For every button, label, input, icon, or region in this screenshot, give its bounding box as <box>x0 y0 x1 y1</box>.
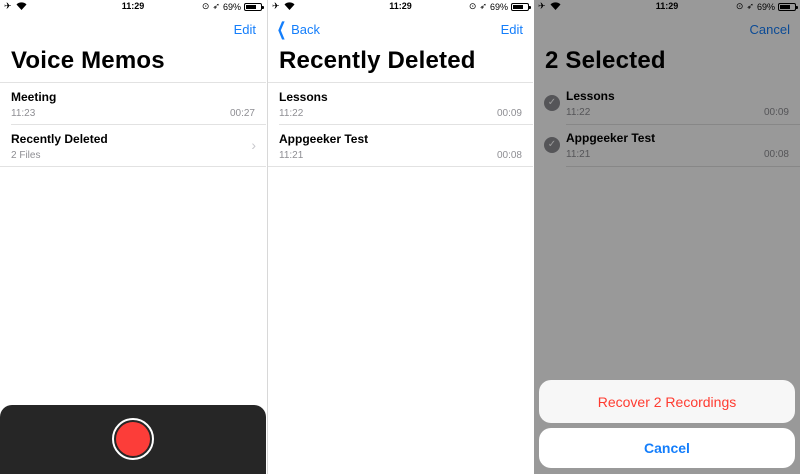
status-bar: ✈ 11:29 ⊙ ➶ 69% <box>0 0 266 14</box>
list-item[interactable]: Meeting 11:23 00:27 <box>11 83 266 125</box>
item-title: Recently Deleted <box>11 132 108 146</box>
chevron-left-icon: ❮ <box>276 19 287 39</box>
recently-deleted-screen: ✈ 11:29 ⊙ ➶ 69% ❮ Back Edit Recently Del… <box>267 0 533 474</box>
record-panel <box>0 405 266 474</box>
orientation-lock-icon: ⊙ <box>201 1 210 11</box>
record-button[interactable] <box>112 418 154 460</box>
battery-icon <box>511 2 531 11</box>
item-duration: 00:09 <box>496 108 522 119</box>
voice-memos-screen: ✈ 11:29 ⊙ ➶ 69% Edit Voice Memos Meeting… <box>0 0 266 474</box>
edit-button[interactable]: Edit <box>501 22 523 37</box>
status-bar: ✈ 11:29 ⊙ ➶ 69% <box>268 0 533 14</box>
item-title: Appgeeker Test <box>279 132 369 146</box>
page-title: Recently Deleted <box>279 47 476 74</box>
item-count: 2 Files <box>11 150 41 161</box>
recover-recordings-button[interactable]: Recover 2 Recordings <box>539 380 795 423</box>
back-button[interactable]: ❮ Back <box>274 19 320 39</box>
list-item[interactable]: Appgeeker Test 11:21 00:08 <box>268 125 533 167</box>
list-item[interactable]: Lessons 11:22 00:09 <box>279 83 533 125</box>
back-label: Back <box>291 22 320 37</box>
deleted-list: Lessons 11:22 00:09 Appgeeker Test 11:21… <box>268 82 533 167</box>
chevron-right-icon: › <box>251 137 256 153</box>
cancel-button[interactable]: Cancel <box>539 428 795 468</box>
selection-screen: ✈ 11:29 ⊙ ➶ 69% Cancel 2 Selected ✓ Less… <box>534 0 800 474</box>
item-duration: 00:08 <box>496 150 522 161</box>
recently-deleted-folder[interactable]: Recently Deleted 2 Files › <box>0 125 266 167</box>
item-duration: 00:27 <box>229 108 255 119</box>
battery-percent: 69% <box>222 1 241 12</box>
item-title: Meeting <box>11 90 57 104</box>
memo-list: Meeting 11:23 00:27 Recently Deleted 2 F… <box>0 82 266 167</box>
page-title: Voice Memos <box>11 47 165 74</box>
item-time: 11:22 <box>279 108 304 119</box>
item-time: 11:21 <box>279 150 304 161</box>
battery-icon <box>244 2 264 11</box>
battery-percent: 69% <box>489 1 508 12</box>
record-icon <box>116 422 150 456</box>
location-icon: ➶ <box>479 1 487 11</box>
edit-button[interactable]: Edit <box>234 22 256 37</box>
item-title: Lessons <box>279 90 328 104</box>
item-time: 11:23 <box>11 108 36 119</box>
orientation-lock-icon: ⊙ <box>468 1 477 11</box>
location-icon: ➶ <box>212 1 220 11</box>
